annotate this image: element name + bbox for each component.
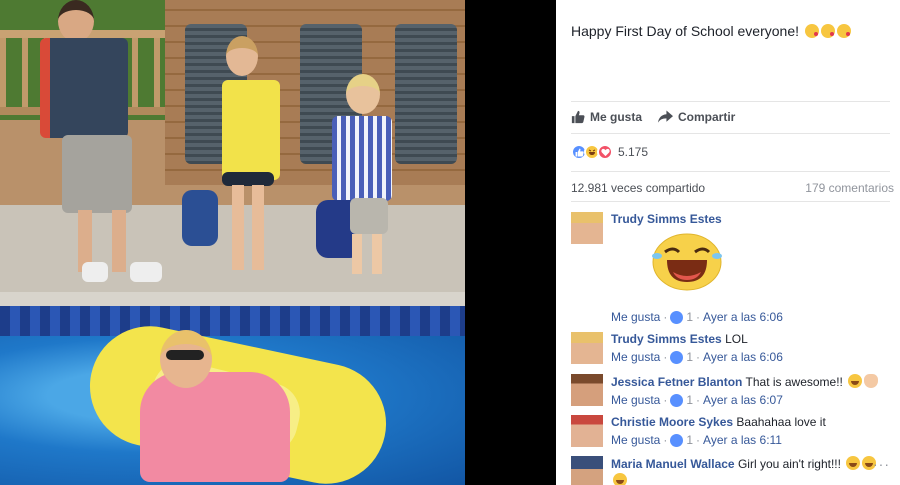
- comment-like-link[interactable]: Me gusta: [611, 393, 660, 407]
- grinning-emoji-icon: [613, 473, 627, 485]
- clapping-hands-emoji-icon: [864, 374, 879, 388]
- comment-text: That is awesome!!: [745, 375, 843, 389]
- kissing-heart-emoji-icon: [804, 24, 819, 38]
- comment-like-link[interactable]: Me gusta: [611, 433, 660, 447]
- comment-timestamp[interactable]: Ayer a las 6:11: [703, 433, 782, 447]
- more-options-icon[interactable]: ···: [873, 456, 890, 472]
- reaction-count: 5.175: [618, 145, 649, 159]
- mom-figure: [140, 372, 290, 482]
- comment-text: LOL: [725, 332, 748, 346]
- pool-tile: [0, 306, 465, 336]
- comment-like-count: 1: [686, 310, 694, 324]
- rofl-emoji-icon: [848, 374, 863, 388]
- comment-author[interactable]: Jessica Fetner Blanton: [611, 375, 742, 389]
- comment-text: Baahahaa love it: [736, 415, 826, 429]
- comment-author[interactable]: Christie Moore Sykes: [611, 415, 733, 429]
- comment-count[interactable]: 179 comentarios: [805, 181, 894, 195]
- avatar[interactable]: [571, 456, 603, 485]
- avatar[interactable]: [571, 212, 603, 244]
- share-count[interactable]: 12.981 veces compartido: [571, 181, 705, 195]
- comment-item: Maria Manuel Wallace Girl you ain't righ…: [571, 456, 894, 485]
- post-text: Happy First Day of School everyone!: [571, 23, 799, 39]
- comment-like-count: 1: [686, 393, 694, 407]
- love-reaction-icon: [597, 144, 613, 160]
- comment-like-link[interactable]: Me gusta: [611, 350, 660, 364]
- pool-edge: [0, 292, 465, 306]
- comment-meta: Me gusta · 1 · Ayer a las 6:06: [611, 310, 783, 324]
- comment-item: Jessica Fetner Blanton That is awesome!!…: [571, 374, 894, 410]
- laughing-emoji-sticker-icon: [652, 233, 722, 291]
- comment-author[interactable]: Trudy Simms Estes: [611, 212, 722, 226]
- avatar[interactable]: [571, 374, 603, 406]
- comment-timestamp[interactable]: Ayer a las 6:06: [703, 310, 783, 324]
- kissing-heart-emoji-icon: [836, 24, 851, 38]
- post-side-panel: Happy First Day of School everyone! Me g…: [556, 0, 900, 485]
- reactions-summary[interactable]: 5.175: [571, 144, 648, 160]
- share-arrow-icon: [658, 110, 674, 123]
- share-label: Compartir: [678, 110, 736, 124]
- comment-item: Trudy Simms Estes LOL Me gusta · 1 · Aye…: [571, 332, 894, 368]
- divider: [571, 133, 890, 134]
- share-button[interactable]: Compartir: [658, 110, 735, 124]
- thumbs-up-icon: [571, 110, 585, 124]
- like-button[interactable]: Me gusta: [571, 110, 642, 124]
- like-count-icon: [670, 350, 684, 364]
- post-actions: Me gusta Compartir: [571, 110, 735, 124]
- comment-meta: Me gusta · 1 · Ayer a las 6:11: [611, 433, 782, 447]
- comment-item: Christie Moore Sykes Baahahaa love it Me…: [571, 415, 894, 451]
- comment-author[interactable]: Trudy Simms Estes: [611, 332, 722, 346]
- comment-like-link[interactable]: Me gusta: [611, 310, 660, 324]
- comment-author[interactable]: Maria Manuel Wallace: [611, 457, 735, 471]
- patio-chair: [395, 24, 457, 164]
- comment-item: Trudy Simms Estes Me gusta · 1 · Ayer a …: [571, 212, 894, 324]
- divider: [571, 171, 890, 172]
- like-count-icon: [670, 393, 684, 407]
- avatar[interactable]: [571, 332, 603, 364]
- comment-like-count: 1: [686, 433, 694, 447]
- divider: [571, 101, 890, 102]
- comment-meta: Me gusta · 1 · Ayer a las 6:06: [611, 350, 783, 364]
- comment-meta: Me gusta · 1 · Ayer a las 6:07: [611, 393, 783, 407]
- comment-like-count: 1: [686, 350, 694, 364]
- like-label: Me gusta: [590, 110, 643, 124]
- avatar[interactable]: [571, 415, 603, 447]
- comment-timestamp[interactable]: Ayer a las 6:07: [703, 393, 783, 407]
- comment-text: Girl you ain't right!!!: [737, 457, 841, 471]
- post-caption: Happy First Day of School everyone!: [571, 23, 851, 39]
- like-count-icon: [670, 310, 684, 324]
- like-count-icon: [670, 433, 684, 447]
- divider: [571, 201, 890, 202]
- post-photo[interactable]: [0, 0, 465, 485]
- comment-timestamp[interactable]: Ayer a las 6:06: [703, 350, 783, 364]
- sunglasses: [166, 350, 204, 360]
- kissing-heart-emoji-icon: [820, 24, 835, 38]
- grinning-emoji-icon: [846, 456, 861, 470]
